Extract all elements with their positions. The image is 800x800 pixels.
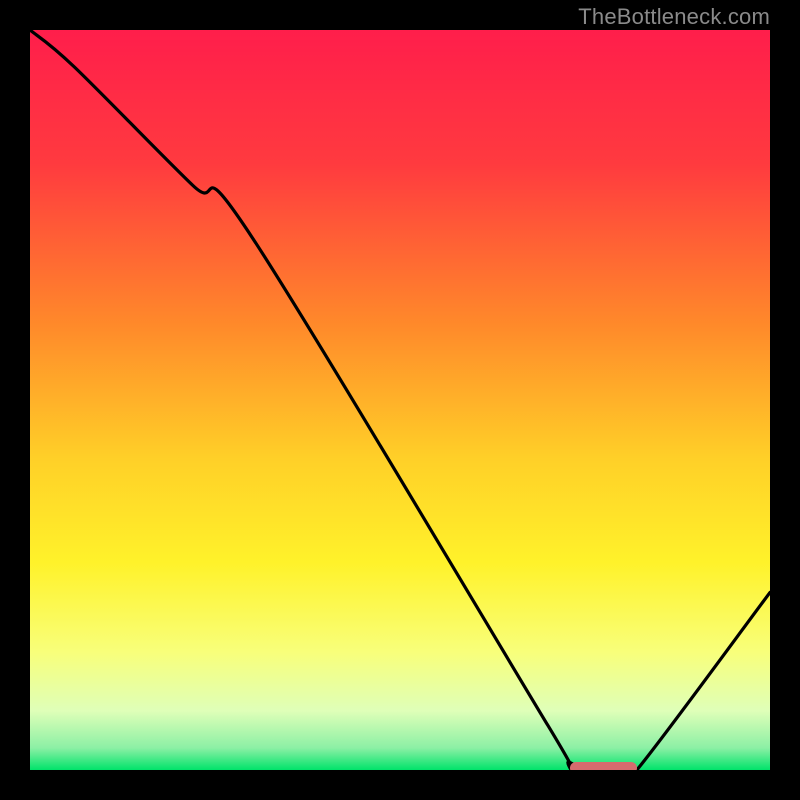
chart-frame: TheBottleneck.com (0, 0, 800, 800)
bottleneck-curve (30, 30, 770, 770)
watermark-text: TheBottleneck.com (578, 4, 770, 30)
plot-area (30, 30, 770, 770)
optimum-range-marker (570, 762, 637, 770)
